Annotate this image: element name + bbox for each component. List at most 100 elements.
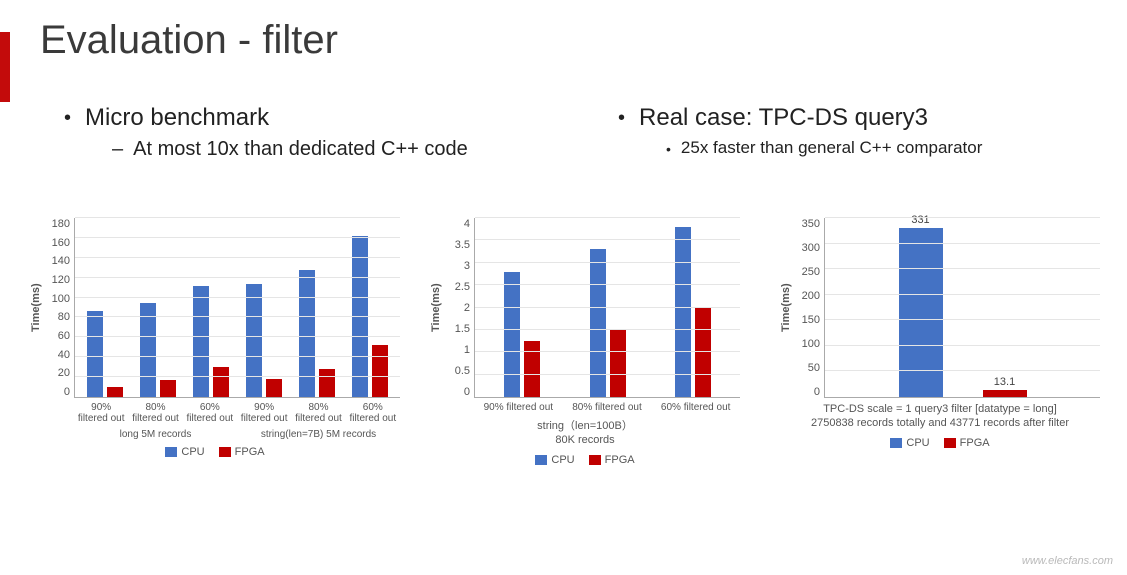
chart1-ylabel: Time(ms): [30, 218, 46, 398]
bar-group: [565, 218, 651, 397]
ytick: 3.5: [455, 239, 470, 251]
xtick-label: 60% filtered out: [651, 400, 740, 415]
left-bullet-text: Micro benchmark: [85, 104, 269, 132]
bar-cpu: [246, 284, 262, 397]
bar-group: [237, 218, 290, 397]
ytick: 300: [802, 242, 820, 254]
chart2-yaxis: 43.532.521.510.50: [446, 218, 474, 398]
bar-fpga: [107, 387, 123, 397]
bar-fpga: [213, 367, 229, 397]
legend-swatch-fpga: [944, 438, 956, 448]
chart1-yaxis: 180160140120100806040200: [46, 218, 74, 398]
xtick-label: 60% filtered out: [346, 400, 400, 426]
legend-swatch-fpga: [219, 447, 231, 457]
ytick: 100: [802, 338, 820, 350]
bullet-dot-icon: •: [618, 104, 625, 132]
chart2-bars: [475, 218, 740, 397]
right-bullet-text: Real case: TPC-DS query3: [639, 104, 928, 132]
legend-swatch-cpu: [890, 438, 902, 448]
bar-group: [479, 218, 565, 397]
ytick: 120: [52, 274, 70, 286]
chart3-plot: 33113.1: [824, 218, 1100, 398]
legend-cpu-label: CPU: [906, 437, 929, 449]
xtick-label: 80% filtered out: [291, 400, 345, 426]
legend-fpga: FPGA: [219, 446, 265, 458]
bar-group: [132, 218, 185, 397]
accent-bar: [0, 32, 10, 102]
legend-swatch-cpu: [535, 455, 547, 465]
ytick: 250: [802, 266, 820, 278]
right-column: • Real case: TPC-DS query3 • 25x faster …: [610, 104, 1090, 160]
right-bullet: • Real case: TPC-DS query3: [610, 104, 1090, 132]
chart3-legend: CPU FPGA: [890, 437, 989, 449]
legend-cpu: CPU: [165, 446, 204, 458]
legend-swatch-fpga: [589, 455, 601, 465]
bar-fpga: [524, 341, 540, 397]
xtick-label: 80% filtered out: [563, 400, 652, 415]
bar-fpga: [610, 330, 626, 397]
chart1-group2: string(len=7B) 5M records: [237, 426, 400, 440]
ytick: 100: [52, 293, 70, 305]
chart2-subtitle: string（len=100B） 80K records: [537, 419, 633, 448]
bar-group: [650, 218, 736, 397]
chart-tpcds-query3: Time(ms) 350300250200150100500 33113.1 T…: [780, 218, 1100, 449]
left-column: • Micro benchmark – At most 10x than ded…: [56, 104, 536, 161]
ytick: 50: [808, 362, 820, 374]
xtick-label: 60% filtered out: [183, 400, 237, 426]
right-sub-text: 25x faster than general C++ comparator: [681, 138, 982, 160]
bar-group: [343, 218, 396, 397]
bar-fpga: [319, 369, 335, 397]
chart-micro-string100b: Time(ms) 43.532.521.510.50 90% filtered …: [430, 218, 740, 466]
ytick: 3: [464, 260, 470, 272]
left-sub-text: At most 10x than dedicated C++ code: [133, 138, 468, 161]
legend-cpu: CPU: [535, 454, 574, 466]
chart3-ylabel: Time(ms): [780, 218, 796, 398]
bar-fpga: 13.1: [983, 390, 1027, 397]
bar-cpu: [590, 249, 606, 397]
ytick: 180: [52, 218, 70, 230]
bar-group: [79, 218, 132, 397]
bar-group: [185, 218, 238, 397]
bar-cpu: [504, 272, 520, 397]
chart2-legend: CPU FPGA: [535, 454, 634, 466]
bar-fpga: [160, 380, 176, 397]
chart3-yaxis: 350300250200150100500: [796, 218, 824, 398]
bar-cpu: [87, 311, 103, 397]
ytick: 80: [58, 311, 70, 323]
xtick-label: 90% filtered out: [474, 400, 563, 415]
bullet-dot-icon: •: [64, 104, 71, 132]
ytick: 4: [464, 218, 470, 230]
xtick-label: 90% filtered out: [237, 400, 291, 426]
ytick: 0: [64, 386, 70, 398]
legend-cpu-label: CPU: [181, 446, 204, 458]
bar-value-label: 331: [911, 214, 929, 226]
chart3-sub2: 2750838 records totally and 43771 record…: [811, 416, 1069, 430]
xtick-label: 80% filtered out: [128, 400, 182, 426]
left-sub: – At most 10x than dedicated C++ code: [56, 138, 536, 161]
bar-fpga: [266, 379, 282, 397]
bar-fpga: [372, 345, 388, 397]
xtick-label: 90% filtered out: [74, 400, 128, 426]
chart1-plot: [74, 218, 400, 398]
left-bullet: • Micro benchmark: [56, 104, 536, 132]
legend-swatch-cpu: [165, 447, 177, 457]
legend-cpu: CPU: [890, 437, 929, 449]
ytick: 0: [464, 386, 470, 398]
chart3-sub1: TPC-DS scale = 1 query3 filter [datatype…: [811, 402, 1069, 416]
ytick: 0.5: [455, 365, 470, 377]
legend-fpga-label: FPGA: [235, 446, 265, 458]
ytick: 1: [464, 344, 470, 356]
legend-fpga-label: FPGA: [605, 454, 635, 466]
ytick: 350: [802, 218, 820, 230]
bar-group: [290, 218, 343, 397]
ytick: 200: [802, 290, 820, 302]
chart1-group-labels: long 5M records string(len=7B) 5M record…: [30, 426, 400, 440]
ytick: 0: [814, 386, 820, 398]
bar-fpga: [695, 308, 711, 398]
chart2-sub2: 80K records: [537, 433, 633, 447]
ytick: 2.5: [455, 281, 470, 293]
ytick: 1.5: [455, 323, 470, 335]
chart1-legend: CPU FPGA: [165, 446, 264, 458]
ytick: 40: [58, 349, 70, 361]
ytick: 20: [58, 367, 70, 379]
